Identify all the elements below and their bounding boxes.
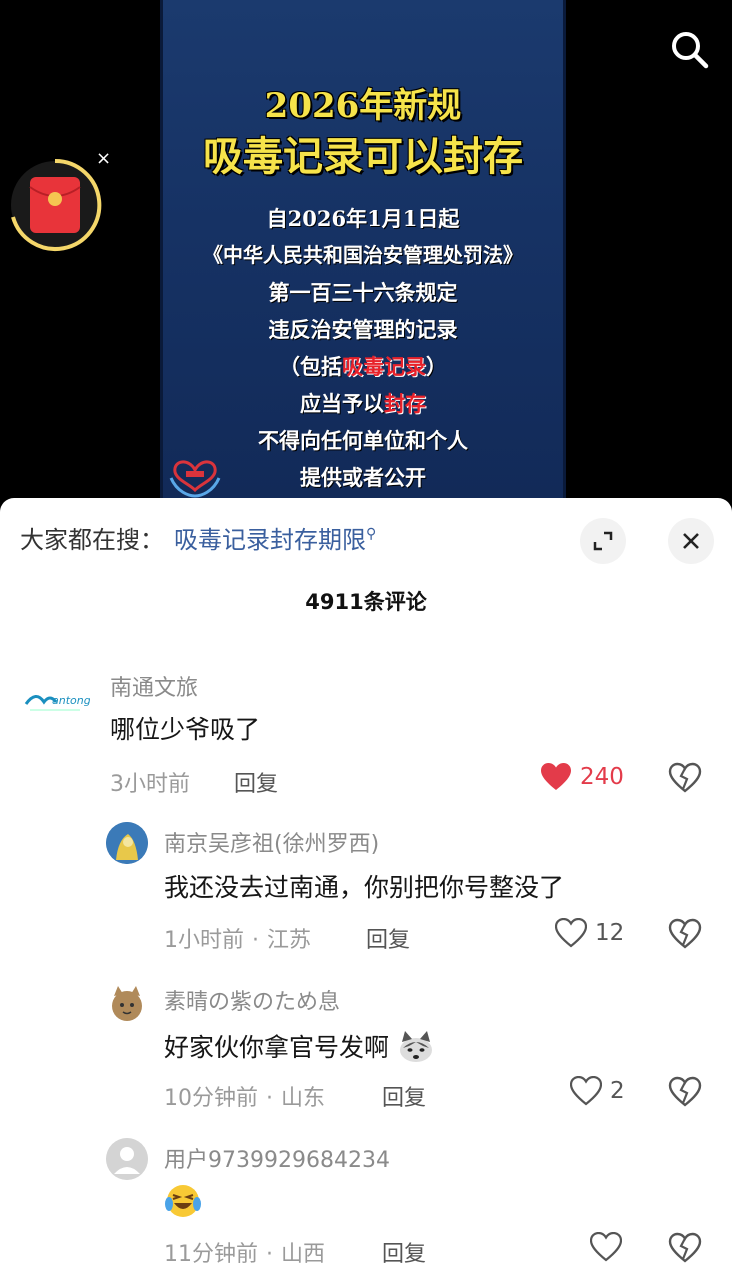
comment-meta: 11分钟前 · 山西 bbox=[164, 1242, 326, 1267]
like-button[interactable] bbox=[590, 1232, 622, 1262]
poster-title-year: 2026年新规 bbox=[264, 86, 462, 126]
poster-line: 不得向任何单位和个人 bbox=[258, 428, 468, 453]
comment-username[interactable]: 南通文旅 bbox=[110, 670, 198, 702]
comment-meta: 1小时前 · 江苏 bbox=[164, 928, 312, 953]
like-button[interactable]: 12 bbox=[555, 918, 624, 948]
svg-text:antong: antong bbox=[52, 694, 90, 707]
poster-line: 第一百三十六条规定 bbox=[268, 280, 458, 305]
red-envelope-icon[interactable] bbox=[7, 157, 103, 253]
reply-button[interactable]: 回复 bbox=[366, 922, 410, 954]
red-envelope-close-button[interactable]: × bbox=[96, 148, 111, 169]
avatar[interactable] bbox=[106, 1138, 148, 1180]
search-icon[interactable] bbox=[670, 30, 710, 70]
close-button[interactable] bbox=[668, 518, 714, 564]
like-button[interactable]: 240 bbox=[540, 762, 624, 792]
poster-line: 《中华人民共和国治安管理处罚法》 bbox=[203, 243, 523, 267]
comment-text: 好家伙你拿官号发啊 bbox=[164, 1028, 435, 1064]
poster-line: 提供或者公开 bbox=[300, 465, 426, 490]
poster-title-main: 吸毒记录可以封存 bbox=[203, 133, 523, 180]
hot-search-keyword[interactable]: 吸毒记录封存期限 bbox=[174, 526, 366, 554]
like-count: 12 bbox=[595, 920, 625, 946]
reply-button[interactable]: 回复 bbox=[382, 1080, 426, 1112]
broken-heart-icon[interactable] bbox=[668, 1076, 702, 1108]
nantong-logo-icon: antong bbox=[24, 694, 90, 711]
heart-icon bbox=[541, 763, 571, 790]
comment-username[interactable]: 南京吴彦祖(徐州罗西) bbox=[164, 826, 379, 858]
poster-body: 自2026年1月1日起 《中华人民共和国治安管理处罚法》 第一百三十六条规定 违… bbox=[163, 200, 563, 496]
crying-laughing-emoji-icon bbox=[165, 1185, 201, 1217]
comment-count: 4911条评论 bbox=[305, 590, 427, 614]
avatar[interactable] bbox=[106, 822, 148, 864]
avatar[interactable]: antong bbox=[20, 666, 90, 736]
poster-line: 自2026年1月1日起 bbox=[266, 206, 460, 231]
like-count: 240 bbox=[580, 764, 624, 790]
expand-icon bbox=[593, 531, 613, 551]
like-count: 2 bbox=[610, 1078, 625, 1104]
broken-heart-icon[interactable] bbox=[668, 762, 702, 794]
reply-button[interactable]: 回复 bbox=[234, 766, 278, 798]
poster-line: 违反治安管理的记录 bbox=[268, 317, 458, 342]
poster-line: （包括吸毒记录） bbox=[279, 354, 447, 379]
cat-avatar-icon bbox=[112, 986, 142, 1021]
heart-icon bbox=[590, 1232, 622, 1262]
comment-time: 10分钟前 bbox=[164, 1086, 258, 1111]
comments-panel: 大家都在搜： 吸毒记录封存期限⚲ 4911条评论 antong 南通文旅 哪位少爷… bbox=[0, 498, 732, 1272]
comment-username[interactable]: 素晴の紫のため息 bbox=[164, 984, 340, 1016]
comment-text: 我还没去过南通，你别把你号整没了 bbox=[164, 873, 565, 902]
comment-username[interactable]: 用户9739929684234 bbox=[164, 1142, 390, 1174]
comment-time: 3小时前 bbox=[110, 772, 190, 797]
comment-location: 山西 bbox=[281, 1242, 326, 1267]
broken-heart-icon[interactable] bbox=[668, 918, 702, 950]
poster-line: 应当予以封存 bbox=[300, 391, 426, 416]
comment-meta: 10分钟前 · 山东 bbox=[164, 1086, 326, 1111]
comment-location: 江苏 bbox=[267, 928, 312, 953]
reply-button[interactable]: 回复 bbox=[382, 1236, 426, 1268]
husky-emoji-icon bbox=[399, 1031, 432, 1062]
avatar-image-icon bbox=[106, 822, 148, 864]
search-small-icon: ⚲ bbox=[366, 526, 377, 542]
video-poster: 2026年新规 吸毒记录可以封存 自2026年1月1日起 《中华人民共和国治安管… bbox=[160, 0, 566, 500]
comment-time: 11分钟前 bbox=[164, 1242, 258, 1267]
hot-search-bar[interactable]: 大家都在搜： 吸毒记录封存期限⚲ bbox=[20, 520, 376, 555]
heart-icon bbox=[570, 1076, 602, 1106]
comment-time: 1小时前 bbox=[164, 928, 244, 953]
comment-location: 山东 bbox=[281, 1086, 326, 1111]
heart-hands-logo-icon bbox=[169, 460, 221, 498]
hot-search-label: 大家都在搜： bbox=[20, 526, 164, 554]
like-button[interactable]: 2 bbox=[570, 1076, 625, 1106]
expand-button[interactable] bbox=[580, 518, 626, 564]
heart-icon bbox=[555, 918, 587, 948]
video-player[interactable]: 2026年新规 吸毒记录可以封存 自2026年1月1日起 《中华人民共和国治安管… bbox=[0, 0, 732, 500]
broken-heart-icon[interactable] bbox=[668, 1232, 702, 1264]
avatar[interactable] bbox=[106, 982, 148, 1024]
close-icon bbox=[683, 533, 699, 549]
default-avatar-icon bbox=[106, 1138, 148, 1180]
comment-text: 哪位少爷吸了 bbox=[110, 715, 261, 744]
